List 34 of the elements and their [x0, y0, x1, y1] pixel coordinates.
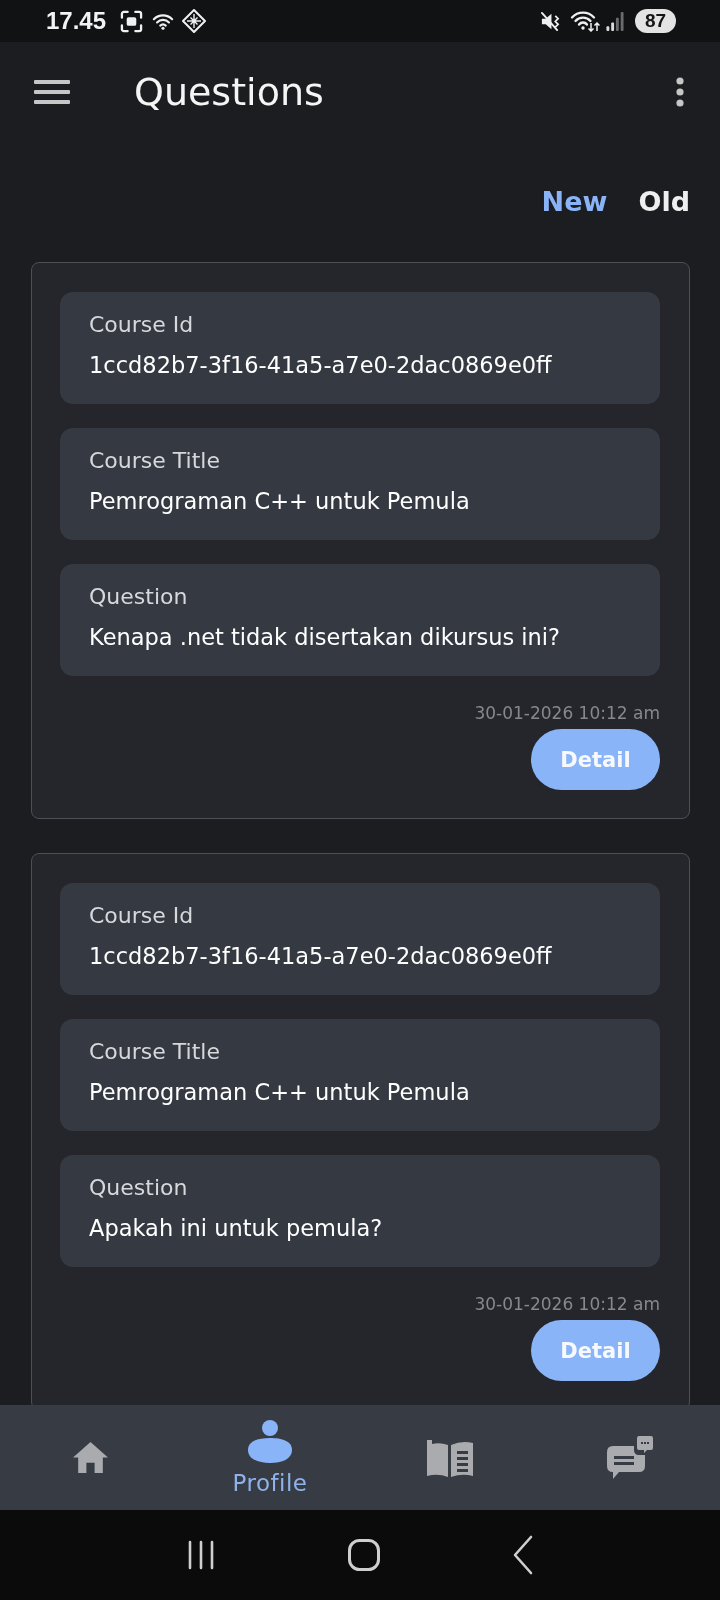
field-label: Course Id: [89, 311, 194, 339]
menu-icon[interactable]: [34, 80, 70, 104]
mute-icon: [540, 10, 561, 32]
home-icon[interactable]: [348, 1539, 380, 1571]
more-icon[interactable]: [676, 77, 684, 107]
filter-tab[interactable]: New: [541, 185, 608, 219]
recents-icon[interactable]: [186, 1540, 215, 1570]
field-label: Question: [89, 583, 188, 611]
wifi-icon: [152, 12, 175, 30]
field-value: Apakah ini untuk pemula?: [89, 1214, 383, 1243]
screenshot-icon: [120, 9, 144, 33]
field-label: Question: [89, 1174, 188, 1202]
signal-icon: [606, 11, 624, 31]
back-icon[interactable]: [513, 1535, 534, 1575]
field-value: Pemrograman C++ untuk Pemula: [89, 487, 470, 516]
filter-tab[interactable]: Old: [638, 185, 690, 219]
timestamp: 30-01-2026 10:12 am: [474, 703, 660, 723]
field-value: Kenapa .net tidak disertakan dikursus ini?: [89, 623, 561, 652]
status-time: 17.45: [46, 7, 107, 35]
field-label: Course Title: [89, 447, 220, 475]
field-value: Pemrograman C++ untuk Pemula: [89, 1078, 470, 1107]
home-icon: [71, 1441, 109, 1474]
diamond-icon: [182, 9, 207, 33]
field-label: Course Title: [89, 1038, 220, 1066]
person-icon: [247, 1419, 293, 1463]
wifi-icon: [570, 10, 600, 32]
battery-level: 87: [635, 9, 676, 33]
screen-title: Questions: [134, 69, 325, 115]
field-label: Course Id: [89, 902, 194, 930]
field-value: 1ccd82b7-3f16-41a5-a7e0-2dac0869e0ff: [89, 942, 552, 971]
timestamp: 30-01-2026 10:12 am: [474, 1294, 660, 1314]
book-icon: [426, 1437, 474, 1478]
field-value: 1ccd82b7-3f16-41a5-a7e0-2dac0869e0ff: [89, 351, 552, 380]
chat-icon: [607, 1435, 653, 1480]
